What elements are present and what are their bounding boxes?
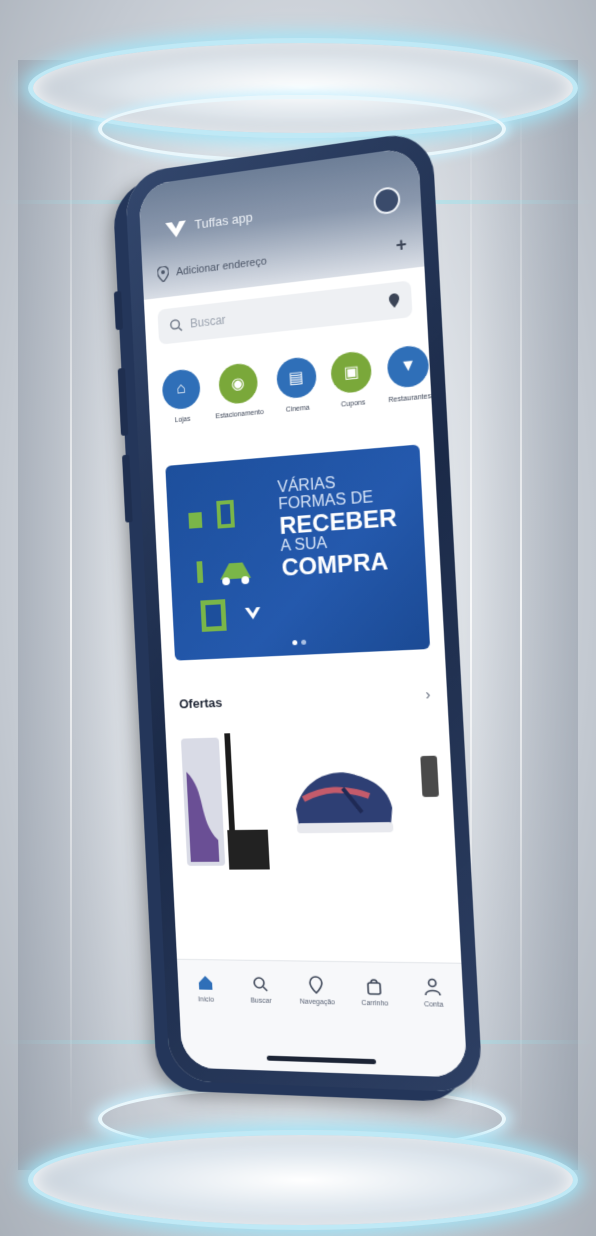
- search-icon: [251, 975, 269, 993]
- user-icon[interactable]: [372, 185, 401, 216]
- location-pin-icon: [157, 266, 169, 283]
- phone-body: Tuffas app Adicionar endereço + Buscar ⌂…: [113, 129, 483, 1093]
- offers-carousel: [174, 724, 450, 880]
- bottom-ring: [28, 1130, 578, 1230]
- banner-illustration: [188, 499, 261, 632]
- product-card[interactable]: [280, 725, 409, 880]
- phone-screen: Tuffas app Adicionar endereço + Buscar ⌂…: [138, 146, 468, 1078]
- pagination-dot[interactable]: [300, 639, 306, 645]
- category-label: Cinema: [285, 404, 310, 414]
- category-item[interactable]: ▤ Cinema: [275, 355, 319, 415]
- offers-header: Ofertas ›: [179, 686, 431, 711]
- store-icon: ⌂: [161, 367, 201, 411]
- category-label: Estacionamento: [215, 408, 264, 421]
- tab-label: Conta: [423, 1001, 444, 1009]
- brand-logo-icon: [165, 220, 187, 239]
- user-icon: [423, 978, 443, 997]
- coupon-icon: ▣: [330, 350, 373, 395]
- product-card[interactable]: [174, 730, 279, 880]
- offers-title: Ofertas: [178, 694, 223, 711]
- category-label: Restaurantes: [388, 393, 432, 405]
- product-image: [180, 733, 270, 870]
- category-item[interactable]: ▣ Cupons: [330, 350, 375, 410]
- tab-account[interactable]: Conta: [407, 977, 462, 1077]
- product-image: [280, 771, 394, 834]
- ticket-icon: ▤: [275, 355, 317, 400]
- banner-pagination: [291, 639, 306, 646]
- address-placeholder: Adicionar endereço: [175, 255, 267, 279]
- category-label: Lojas: [174, 415, 191, 425]
- tab-label: Buscar: [250, 997, 272, 1005]
- banner-line: Compra: [280, 547, 389, 582]
- category-item[interactable]: ▼ Restaurantes: [386, 344, 432, 404]
- search-icon: [169, 318, 183, 333]
- app-title: Tuffas app: [194, 209, 253, 232]
- bottom-tab-bar: Início Buscar Navegação Carrinho Conta: [176, 958, 468, 1078]
- category-item[interactable]: ⌂ Lojas: [161, 367, 203, 425]
- add-address-icon[interactable]: +: [395, 233, 407, 256]
- product-image: [420, 755, 440, 798]
- location-pin-icon[interactable]: [388, 292, 400, 309]
- tab-home[interactable]: Início: [182, 974, 232, 1070]
- bag-icon: [364, 977, 383, 996]
- category-label: Cupons: [340, 399, 366, 409]
- food-icon: ▼: [386, 344, 430, 389]
- location-icon: [307, 976, 326, 994]
- light-streak: [520, 80, 522, 1130]
- product-card[interactable]: [410, 724, 450, 880]
- light-streak: [70, 80, 72, 1130]
- phone-mockup: Tuffas app Adicionar endereço + Buscar ⌂…: [113, 129, 483, 1093]
- banner-headline: Várias formas de Receber a sua Compra: [277, 471, 400, 582]
- tab-label: Início: [197, 996, 215, 1004]
- category-item[interactable]: ◉ Estacionamento: [213, 361, 264, 420]
- app-header: Tuffas app Adicionar endereço +: [138, 146, 425, 300]
- home-icon: [198, 975, 213, 990]
- car-icon: ◉: [217, 361, 259, 406]
- address-bar[interactable]: Adicionar endereço +: [157, 228, 408, 291]
- chevron-right-icon[interactable]: ›: [425, 686, 431, 703]
- pagination-dot[interactable]: [291, 640, 297, 646]
- tab-label: Carrinho: [361, 999, 389, 1008]
- tab-label: Navegação: [299, 998, 336, 1007]
- promo-banner[interactable]: Várias formas de Receber a sua Compra: [165, 444, 431, 661]
